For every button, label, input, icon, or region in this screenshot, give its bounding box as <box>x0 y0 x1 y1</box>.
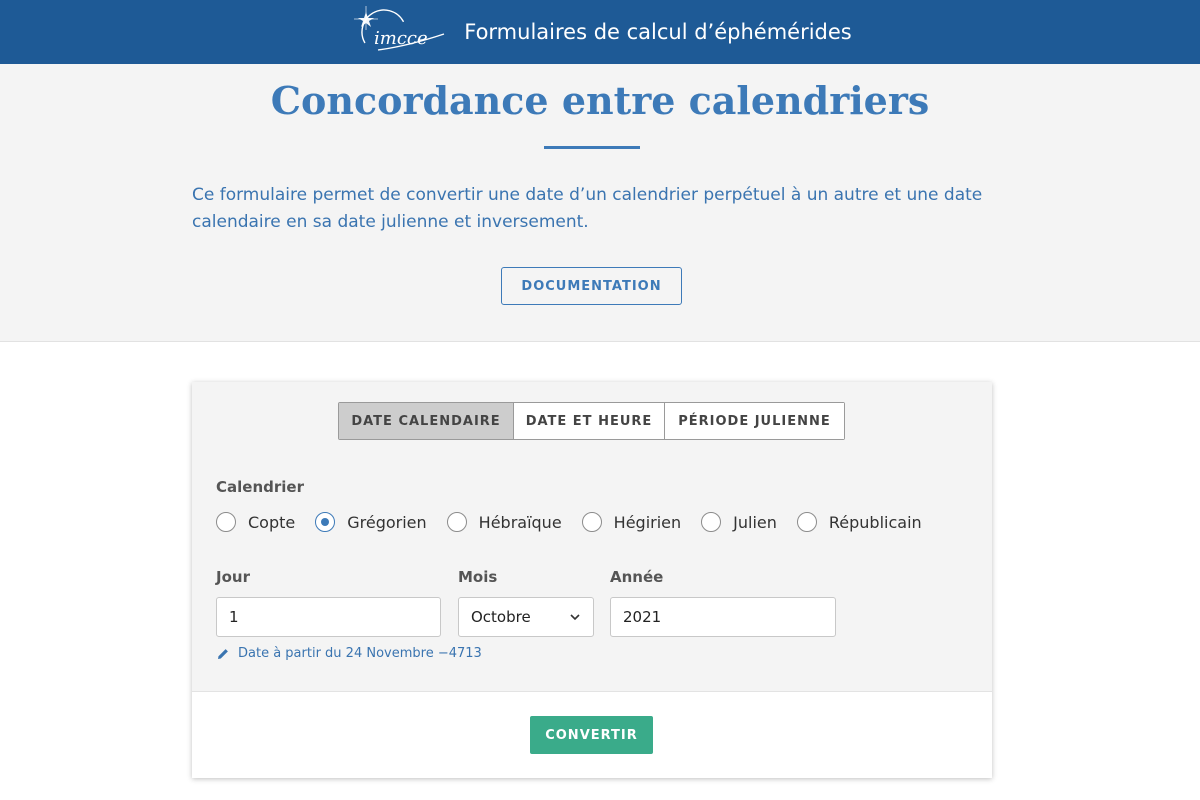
radio-gregorien[interactable]: Grégorien <box>315 512 427 532</box>
day-input[interactable] <box>216 597 441 637</box>
radio-label: Julien <box>733 512 777 532</box>
top-bar: imcce Formulaires de calcul d’éphéméride… <box>0 0 1200 64</box>
documentation-button[interactable]: DOCUMENTATION <box>501 267 682 305</box>
radio-julien[interactable]: Julien <box>701 512 777 532</box>
date-hint-text: Date à partir du 24 Novembre −4713 <box>238 646 482 661</box>
radio-button[interactable] <box>796 512 817 532</box>
radio-copte[interactable]: Copte <box>216 512 295 532</box>
month-select[interactable]: Octobre <box>458 597 594 637</box>
date-hint: Date à partir du 24 Novembre −4713 <box>216 646 482 661</box>
radio-button[interactable] <box>216 512 236 532</box>
tab-date-et-heure[interactable]: DATE ET HEURE <box>514 403 665 439</box>
tab-periode-julienne[interactable]: PÉRIODE JULIENNE <box>665 403 844 439</box>
site-title[interactable]: Formulaires de calcul d’éphémérides <box>464 20 852 44</box>
year-label: Année <box>610 568 664 586</box>
page-title: Concordance entre calendriers <box>270 78 930 123</box>
tab-bar: DATE CALENDAIRE DATE ET HEURE PÉRIODE JU… <box>338 402 845 440</box>
day-label: Jour <box>216 568 250 586</box>
radio-button-selected[interactable] <box>315 512 336 532</box>
form-body: DATE CALENDAIRE DATE ET HEURE PÉRIODE JU… <box>192 382 992 692</box>
radio-hebraique[interactable]: Hébraïque <box>446 512 562 532</box>
radio-label: Hégirien <box>613 512 682 532</box>
radio-button[interactable] <box>446 512 467 532</box>
radio-republicain[interactable]: Républicain <box>796 512 922 532</box>
year-input[interactable] <box>610 597 836 637</box>
calendar-radio-group: Copte Grégorien Hébraïque Hégirien Julie… <box>216 512 942 532</box>
month-label: Mois <box>458 568 498 586</box>
hero: Concordance entre calendriers Ce formula… <box>0 64 1200 342</box>
radio-hegirien[interactable]: Hégirien <box>581 512 682 532</box>
convert-button[interactable]: CONVERTIR <box>530 716 653 754</box>
month-select-value: Octobre <box>471 608 531 626</box>
radio-label: Hébraïque <box>478 512 562 532</box>
pencil-icon <box>218 648 228 659</box>
main-area: DATE CALENDAIRE DATE ET HEURE PÉRIODE JU… <box>0 342 1200 800</box>
radio-label: Républicain <box>828 512 922 532</box>
tab-date-calendaire[interactable]: DATE CALENDAIRE <box>339 403 514 439</box>
radio-label: Grégorien <box>347 512 427 532</box>
calendar-label: Calendrier <box>216 478 304 496</box>
radio-label: Copte <box>248 512 296 532</box>
title-divider <box>544 146 640 149</box>
form-card: DATE CALENDAIRE DATE ET HEURE PÉRIODE JU… <box>192 382 992 778</box>
chevron-down-icon <box>570 614 580 621</box>
imcce-logo[interactable]: imcce <box>348 6 448 58</box>
brand[interactable]: imcce Formulaires de calcul d’éphéméride… <box>348 6 852 58</box>
intro-text: Ce formulaire permet de convertir une da… <box>192 185 983 232</box>
radio-button[interactable] <box>701 512 722 532</box>
radio-button[interactable] <box>581 512 602 532</box>
